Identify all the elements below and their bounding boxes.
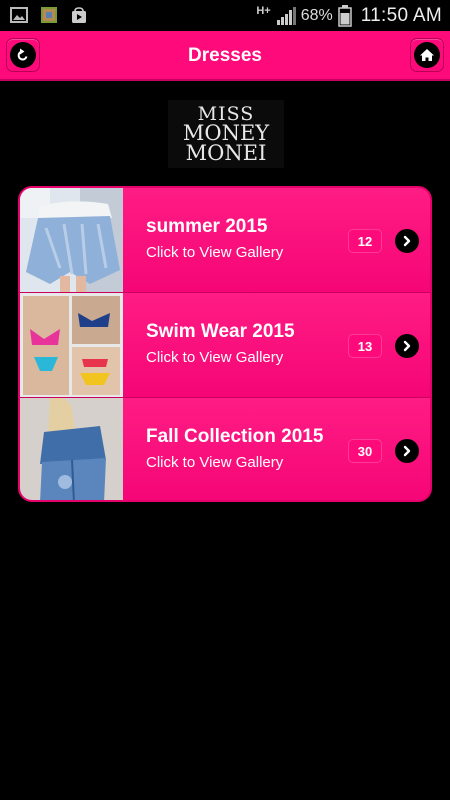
signal-icon <box>276 6 296 25</box>
status-bar: H+ 68% 11:50 AM <box>0 0 450 31</box>
network-type: H+ <box>256 5 271 17</box>
gallery-row-summer[interactable]: summer 2015 Click to View Gallery 12 <box>20 188 430 293</box>
home-button[interactable] <box>410 38 444 72</box>
gallery-icon <box>10 7 28 23</box>
battery-icon <box>337 4 352 27</box>
back-arrow-icon <box>10 42 36 68</box>
battery-percent: 68% <box>300 6 333 24</box>
page-title: Dresses <box>188 45 262 66</box>
logo-line-3: MONEI <box>185 141 267 165</box>
gallery-subtitle: Click to View Gallery <box>146 349 284 366</box>
white-lace-dress-photo <box>20 188 123 293</box>
gallery-name: Fall Collection 2015 <box>146 426 324 447</box>
home-icon <box>414 42 440 68</box>
gallery-list: summer 2015 Click to View Gallery 12 Swi… <box>18 186 432 502</box>
denim-outfit-photo <box>20 398 123 500</box>
play-store-icon <box>72 7 86 23</box>
gallery-row-swimwear[interactable]: Swim Wear 2015 Click to View Gallery 13 <box>20 293 430 398</box>
gallery-name: summer 2015 <box>146 216 268 237</box>
bikini-collage-photo <box>20 293 123 398</box>
header-bar: Dresses <box>0 31 450 81</box>
brand-logo: MISS MONEY MONEI <box>168 100 284 168</box>
gallery-subtitle: Click to View Gallery <box>146 244 284 261</box>
back-button[interactable] <box>6 38 40 72</box>
gallery-count-badge: 12 <box>349 230 381 252</box>
logo-line-2: MONEY <box>182 121 270 145</box>
gallery-subtitle: Click to View Gallery <box>146 454 284 471</box>
status-indicators: H+ 68% 11:50 AM <box>256 3 442 28</box>
photo-icon <box>41 7 57 23</box>
chevron-right-icon[interactable] <box>395 334 419 358</box>
gallery-count-badge: 13 <box>349 335 381 357</box>
gallery-row-fall[interactable]: Fall Collection 2015 Click to View Galle… <box>20 398 430 500</box>
gallery-count-badge: 30 <box>349 440 381 462</box>
notification-icons <box>10 6 88 24</box>
chevron-right-icon[interactable] <box>395 439 419 463</box>
clock: 11:50 AM <box>360 4 442 26</box>
gallery-name: Swim Wear 2015 <box>146 321 295 342</box>
chevron-right-icon[interactable] <box>395 229 419 253</box>
